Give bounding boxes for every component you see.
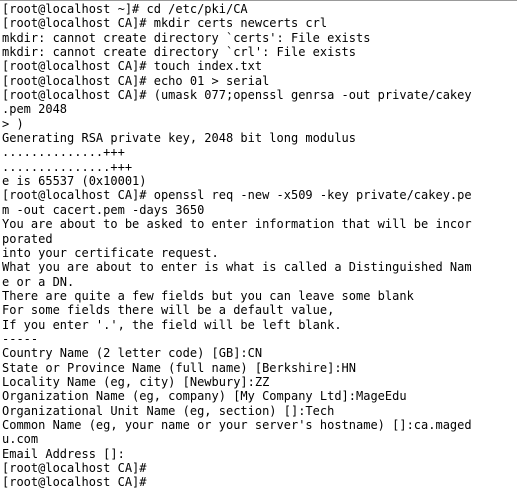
terminal-line: e or a DN.: [2, 274, 75, 289]
terminal-line: [root@localhost CA]# (umask 077;openssl …: [2, 88, 472, 103]
terminal-line: [root@localhost CA]# mkdir certs newcert…: [2, 16, 328, 31]
terminal-line: If you enter '.', the field will be left…: [2, 317, 342, 332]
terminal-line: [root@localhost ~]# cd /etc/pki/CA: [2, 2, 248, 16]
terminal-line: What you are about to enter is what is c…: [2, 260, 472, 275]
terminal-line: -----: [2, 331, 39, 346]
terminal-line: [root@localhost CA]# touch index.txt: [2, 59, 263, 74]
terminal-line: mkdir: cannot create directory `crl': Fi…: [2, 45, 357, 60]
terminal-line: Organizational Unit Name (eg, section) […: [2, 403, 335, 418]
terminal-line: into your certificate request.: [2, 245, 219, 260]
terminal-line: porated: [2, 231, 53, 246]
terminal-line: [root@localhost CA]# echo 01 > serial: [2, 73, 270, 88]
terminal-line: Locality Name (eg, city) [Newbury]:ZZ: [2, 374, 270, 389]
terminal-line: [root@localhost CA]# openssl req -new -x…: [2, 188, 472, 203]
terminal-line: Organization Name (eg, company) [My Comp…: [2, 389, 407, 404]
terminal-line: Email Address []:: [2, 446, 125, 461]
terminal-window[interactable]: [root@localhost ~]# cd /etc/pki/CA [root@…: [0, 0, 517, 503]
terminal-line: .pem 2048: [2, 102, 68, 117]
terminal-line: [root@localhost CA]#: [2, 475, 147, 490]
terminal-line: m -out cacert.pem -days 3650: [2, 202, 205, 217]
terminal-line: ...............+++: [2, 159, 133, 174]
terminal-line: You are about to be asked to enter infor…: [2, 217, 472, 232]
terminal-output[interactable]: [root@localhost ~]# cd /etc/pki/CA [root@…: [2, 2, 515, 490]
terminal-line: u.com: [2, 432, 39, 447]
terminal-line: There are quite a few fields but you can…: [2, 288, 414, 303]
terminal-line: State or Province Name (full name) [Berk…: [2, 360, 357, 375]
terminal-line: Country Name (2 letter code) [GB]:CN: [2, 346, 263, 361]
terminal-line: [root@localhost CA]#: [2, 461, 147, 475]
terminal-line: mkdir: cannot create directory `certs': …: [2, 30, 371, 45]
terminal-line: Generating RSA private key, 2048 bit lon…: [2, 131, 357, 146]
terminal-line: Common Name (eg, your name or your serve…: [2, 417, 472, 432]
terminal-line: ..............+++: [2, 145, 125, 160]
terminal-line: > ): [2, 116, 24, 131]
terminal-line: For some fields there will be a default …: [2, 303, 335, 318]
terminal-line: e is 65537 (0x10001): [2, 174, 147, 189]
